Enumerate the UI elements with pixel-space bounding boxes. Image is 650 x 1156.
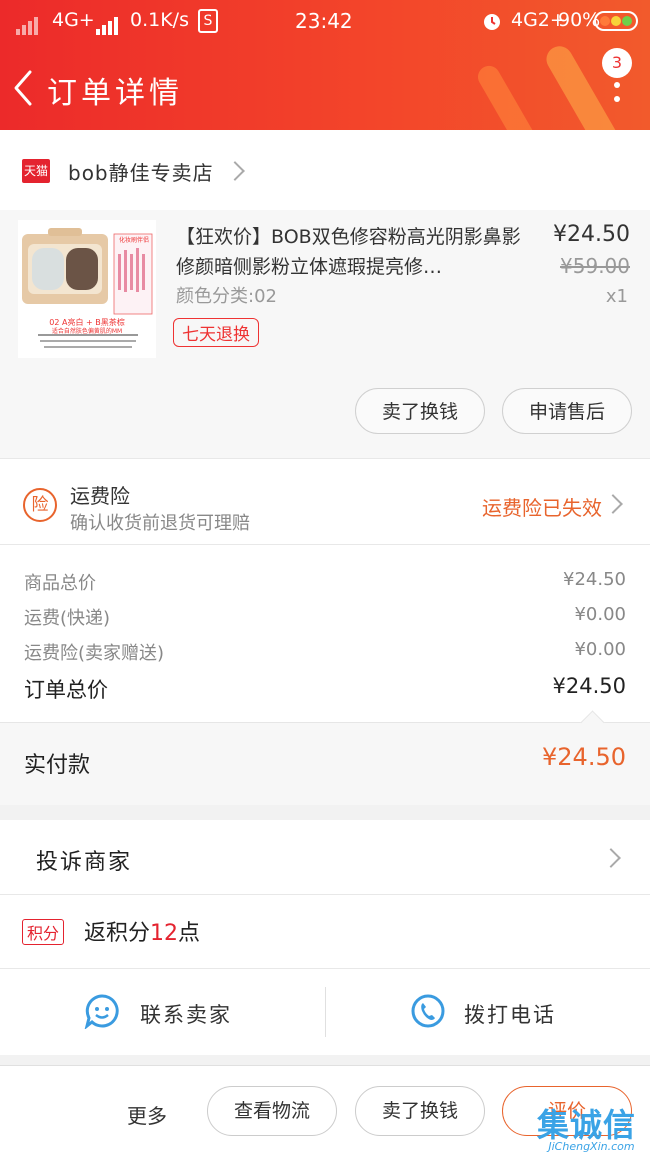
battery-icon [594, 11, 638, 31]
summary-value: ¥24.50 [563, 569, 626, 590]
chevron-right-icon [601, 848, 621, 868]
price-summary: 商品总价 ¥24.50 运费(快递) ¥0.00 运费险(卖家赠送) ¥0.00… [0, 544, 650, 723]
product-variant: 颜色分类:02 [176, 286, 277, 307]
phone-icon [411, 994, 445, 1028]
contact-seller-button[interactable]: 联系卖家 [0, 969, 325, 1055]
summary-row: 运费险(卖家赠送) ¥0.00 [24, 639, 626, 665]
summary-label: 运费(快递) [24, 608, 111, 629]
product-thumbnail[interactable]: 化妆刷伴侣 02 A亮白 + B黑茶棕 适合自然肤色偏黄肌的MM [18, 220, 156, 358]
s-icon: S [198, 9, 218, 33]
sell-again-button[interactable]: 卖了换钱 [355, 388, 485, 434]
summary-value: ¥0.00 [574, 604, 626, 625]
view-logistics-button[interactable]: 查看物流 [207, 1086, 337, 1136]
app-header: 4G+ 0.1K/s S 23:42 4G2+ 90% 订单详情 3 [0, 0, 650, 130]
insurance-title: 运费险 [70, 484, 130, 508]
call-label: 拨打电话 [464, 1003, 556, 1027]
points-row: 积分 返积分12点 [0, 895, 650, 968]
thumbnail-tag: 化妆刷伴侣 [118, 237, 149, 244]
status-bar: 4G+ 0.1K/s S 23:42 4G2+ 90% [0, 0, 650, 42]
watermark: 集诚信 JiChengXin.com [533, 1098, 650, 1155]
network-speed: 0.1K/s [130, 9, 189, 31]
complain-seller-label: 投诉商家 [36, 850, 133, 875]
insurance-icon: 险 [23, 488, 57, 522]
insurance-description: 确认收货前退货可理赔 [70, 513, 250, 534]
amount-paid-label: 实付款 [24, 753, 91, 778]
points-count: 12 [150, 921, 179, 946]
shipping-insurance-row[interactable]: 险 运费险 确认收货前退货可理赔 运费险已失效 [0, 458, 650, 545]
order-total-value: ¥24.50 [552, 674, 626, 698]
header-decoration [473, 61, 549, 130]
call-button[interactable]: 拨打电话 [326, 969, 650, 1055]
tmall-badge: 天猫 [22, 159, 50, 183]
signal-icon [96, 13, 120, 35]
summary-value: ¥0.00 [574, 639, 626, 660]
watermark-url: JiChengXin.com [548, 1140, 635, 1153]
amount-paid-value: ¥24.50 [542, 743, 626, 771]
seven-day-return-tag: 七天退换 [173, 318, 259, 347]
store-name: bob静佳专卖店 [68, 161, 214, 185]
order-total-label: 订单总价 [24, 678, 108, 702]
chevron-right-icon [225, 161, 245, 181]
summary-label: 商品总价 [24, 573, 96, 594]
product-name: 【狂欢价】BOB双色修容粉高光阴影鼻影修颜暗侧影粉立体遮瑕提亮修… [176, 226, 521, 278]
more-button[interactable]: 更多 [127, 1100, 167, 1129]
store-row[interactable]: 天猫 bob静佳专卖店 [0, 130, 650, 210]
points-text: 返积分12点 [84, 915, 200, 947]
chevron-right-icon [603, 494, 623, 514]
original-price: ¥59.00 [560, 254, 630, 278]
amount-paid-row: 实付款 ¥24.50 [0, 710, 650, 805]
insurance-status: 运费险已失效 [482, 496, 602, 520]
chat-icon [84, 994, 119, 1029]
product-item[interactable]: 化妆刷伴侣 02 A亮白 + B黑茶棕 适合自然肤色偏黄肌的MM 【狂欢价】BO… [0, 210, 650, 458]
after-sales-button[interactable]: 申请售后 [502, 388, 632, 434]
order-total-row: 订单总价 ¥24.50 [24, 674, 626, 704]
sell-button[interactable]: 卖了换钱 [355, 1086, 485, 1136]
summary-row: 运费(快递) ¥0.00 [24, 604, 626, 630]
message-count-badge: 3 [602, 48, 632, 78]
summary-label: 运费险(卖家赠送) [24, 643, 165, 664]
page-title: 订单详情 [47, 76, 183, 111]
contact-row: 联系卖家 拨打电话 [0, 969, 650, 1055]
signal-icon [16, 13, 40, 35]
contact-seller-label: 联系卖家 [140, 1003, 232, 1027]
more-menu-button[interactable]: 3 [600, 48, 636, 108]
clock: 23:42 [295, 9, 353, 33]
product-price: ¥24.50 [553, 222, 630, 247]
summary-row: 商品总价 ¥24.50 [24, 569, 626, 595]
thumbnail-subcaption: 适合自然肤色偏黄肌的MM [51, 328, 123, 335]
product-quantity: x1 [605, 286, 628, 307]
points-suffix: 点 [178, 921, 201, 946]
alarm-icon [484, 14, 500, 30]
points-prefix: 返积分 [84, 921, 151, 946]
complain-seller-row[interactable]: 投诉商家 [0, 820, 650, 894]
points-badge: 积分 [22, 919, 65, 945]
back-arrow-icon[interactable] [10, 68, 40, 108]
network-type: 4G+ [52, 9, 95, 31]
